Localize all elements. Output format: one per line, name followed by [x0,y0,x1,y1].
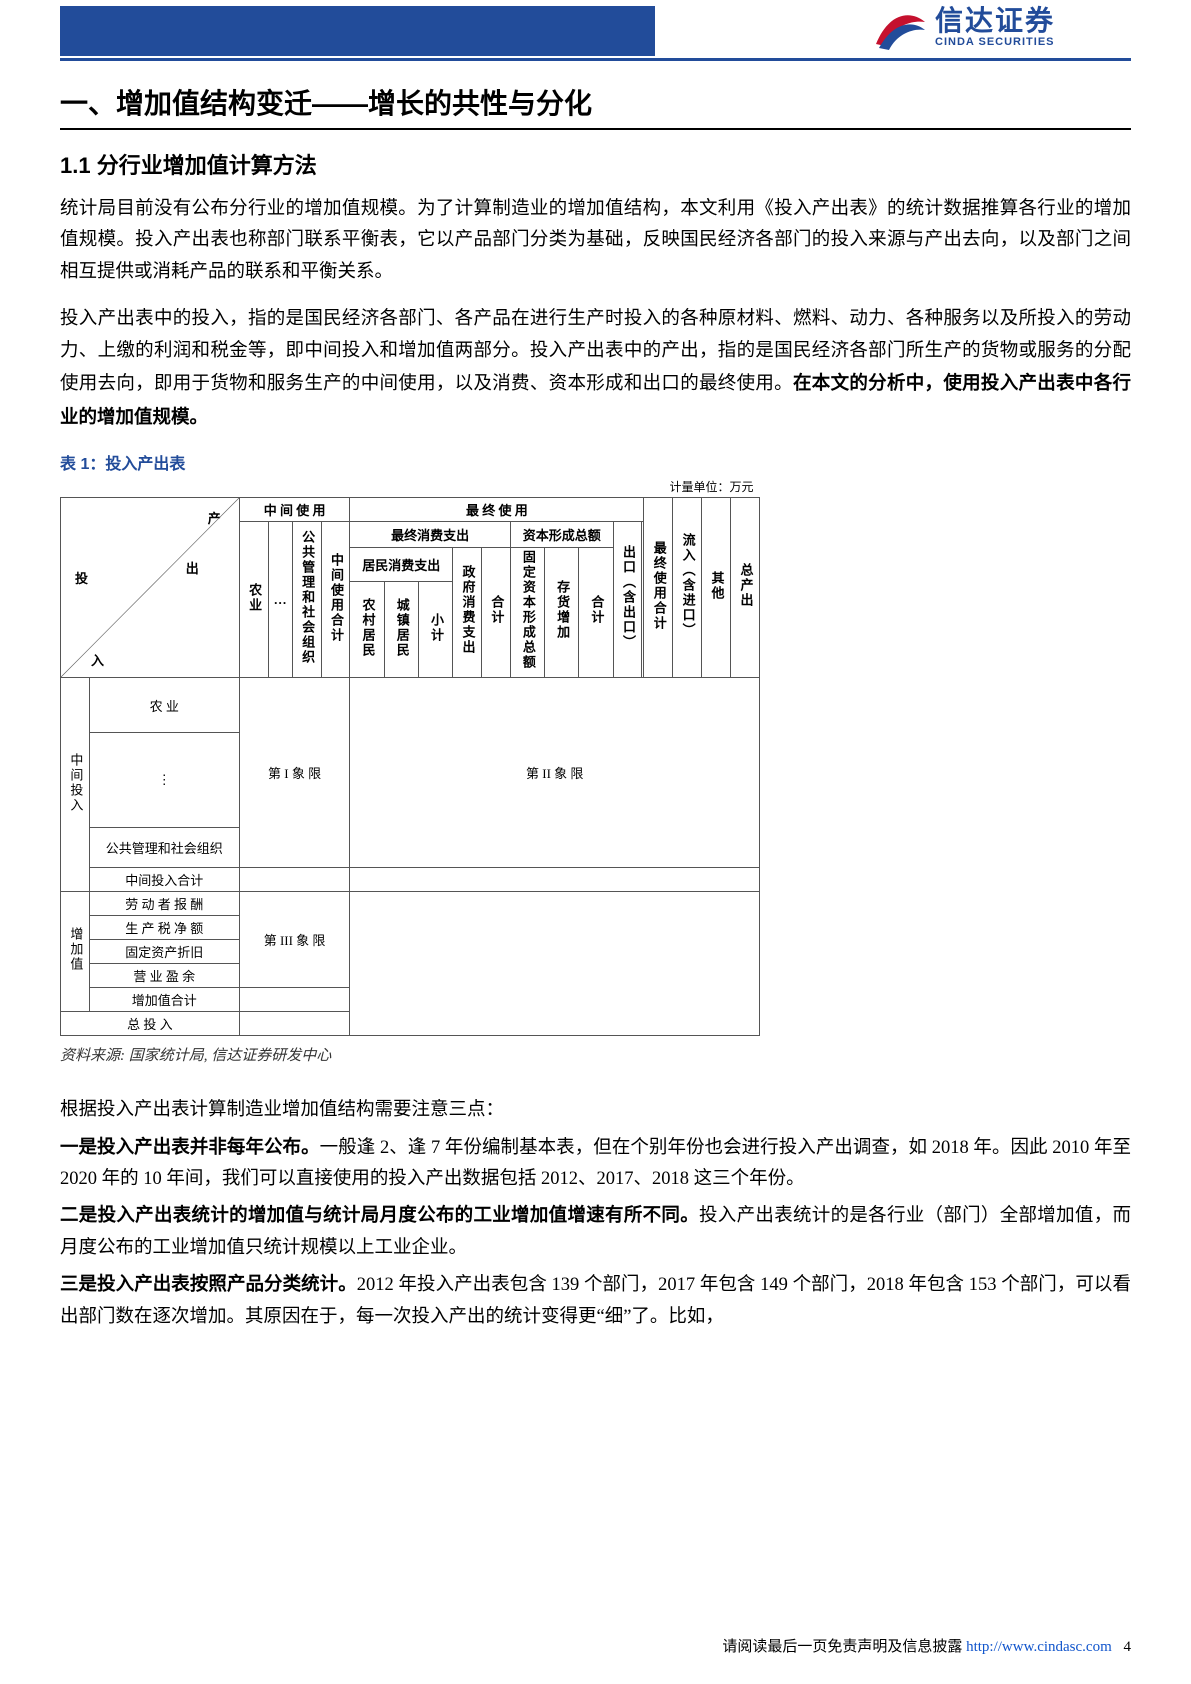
io-table: 计量单位：万元 产 出 投 入 中 间 使 用 最 终 使 用 最终使用合计 流… [60,478,760,1036]
col-pub-org: 公共管理和社会组织 [292,522,321,678]
row-dep: 固定资产折旧 [89,940,239,964]
paragraph: 三是投入产出表按照产品分类统计。2012 年投入产出表包含 139 个部门，20… [60,1268,1131,1333]
col-gcf-total: 合计 [579,547,613,678]
col-hce: 居民消费支出 [350,547,453,582]
col-mid-use: 中 间 使 用 [239,498,350,522]
logo-text-cn: 信达证券 [935,6,1055,35]
footer-link[interactable]: http://www.cindasc.com [966,1639,1112,1655]
page-content: 一、增加值结构变迁——增长的共性与分化 1.1 分行业增加值计算方法 统计局目前… [0,82,1191,1333]
subsection-heading: 1.1 分行业增加值计算方法 [60,148,1131,180]
row-gross-in: 总 投 入 [61,1012,240,1036]
col-gcf: 资本形成总额 [510,522,613,548]
col-export: 出口（含出口） [613,522,642,678]
paragraph: 一是投入产出表并非每年公布。一般逢 2、逢 7 年份编制基本表，但在个别年份也会… [60,1131,1131,1196]
lead-bold: 三是投入产出表按照产品分类统计。 [60,1273,357,1294]
logo-text-en: CINDA SECURITIES [935,36,1055,48]
col-import: 流入（含进口） [673,498,702,678]
row-tax: 生 产 税 净 额 [89,916,239,940]
paragraph: 二是投入产出表统计的增加值与统计局月度公布的工业增加值增速有所不同。投入产出表统… [60,1199,1131,1264]
table-unit: 计量单位：万元 [61,478,760,498]
page-footer: 请阅读最后一页免责声明及信息披露 http://www.cindasc.com … [722,1635,1131,1656]
col-final-use: 最 终 使 用 [350,498,644,522]
row-va: 增加值 [61,892,90,1012]
col-mid-total: 中间使用合计 [321,522,350,678]
col-etc: … [268,522,292,678]
col-gov: 政府消费支出 [453,547,482,678]
row-mid-total: 中间投入合计 [89,868,239,892]
col-fce-total: 合计 [482,547,511,678]
row-agric: 农 业 [89,678,239,733]
row-va-total: 增加值合计 [89,988,239,1012]
col-other: 其他 [702,498,731,678]
table-source: 资料来源: 国家统计局, 信达证券研发中心 [60,1044,1131,1065]
row-surplus: 营 业 盈 余 [89,964,239,988]
page-header: 信达证券 CINDA SECURITIES [0,0,1191,70]
quadrant-1: 第 I 象 限 [239,678,350,868]
row-mid-input: 中间投入 [61,678,90,892]
header-color-block [60,6,655,56]
col-fce: 最终消费支出 [350,522,510,548]
col-rural: 农村居民 [350,582,384,678]
col-inv: 存货增加 [545,547,579,678]
col-final-total: 最终使用合计 [644,498,673,678]
col-urban: 城镇居民 [384,582,418,678]
row-comp: 劳 动 者 报 酬 [89,892,239,916]
paragraph: 统计局目前没有公布分行业的增加值规模。为了计算制造业的增加值结构，本文利用《投入… [60,194,1131,288]
page-number: 4 [1124,1639,1132,1655]
row-pub-org: 公共管理和社会组织 [89,828,239,868]
paragraph: 根据投入产出表计算制造业增加值结构需要注意三点： [60,1095,1131,1126]
col-agric: 农业 [239,522,268,678]
lead-bold: 一是投入产出表并非每年公布。 [60,1136,320,1157]
quadrant-2: 第 II 象 限 [350,678,760,868]
brand-logo: 信达证券 CINDA SECURITIES [871,2,1131,52]
section-heading: 一、增加值结构变迁——增长的共性与分化 [60,82,1131,130]
col-sub: 小计 [418,582,452,678]
lead-bold: 二是投入产出表统计的增加值与统计局月度公布的工业增加值增速有所不同。 [60,1204,699,1225]
table-caption: 表 1：投入产出表 [60,450,1131,474]
col-gross-out: 总产出 [731,498,760,678]
col-fcf: 固定资本形成总额 [510,547,544,678]
quadrant-3: 第 III 象 限 [239,892,350,988]
table-corner: 产 出 投 入 [61,498,240,678]
paragraph: 投入产出表中的投入，指的是国民经济各部门、各产品在进行生产时投入的各种原材料、燃… [60,304,1131,434]
footer-text: 请阅读最后一页免责声明及信息披露 [722,1639,962,1655]
header-rule [60,58,1131,61]
row-dots: ⋮ [89,733,239,828]
io-table-wrap: 计量单位：万元 产 出 投 入 中 间 使 用 最 终 使 用 最终使用合计 流… [60,478,1131,1036]
logo-swoosh-icon [871,2,927,52]
